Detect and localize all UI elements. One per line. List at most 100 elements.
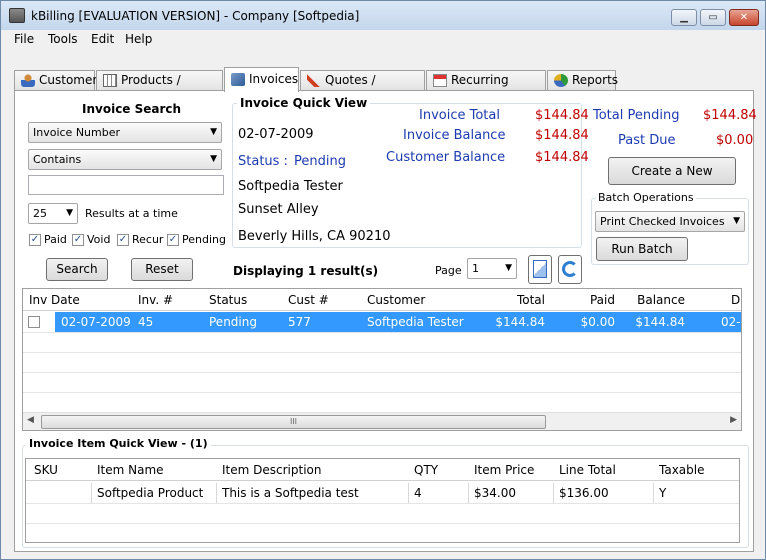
column-header-status[interactable]: Status	[203, 289, 283, 311]
column-header-item-price[interactable]: Item Price	[468, 459, 554, 481]
invoices-panel: Invoice Search Invoice Number ▼ Contains ▼…	[14, 90, 757, 552]
reset-button[interactable]: Reset	[131, 258, 193, 281]
tab-customers[interactable]: Customers	[14, 70, 104, 91]
menu-file[interactable]: File	[14, 32, 34, 46]
column-header-taxable[interactable]: Taxable	[653, 459, 739, 481]
refresh-button[interactable]	[558, 255, 582, 284]
check-all-button[interactable]	[528, 255, 552, 284]
filter-paid-checkbox[interactable]: ✓	[29, 234, 41, 246]
column-header-qty[interactable]: QTY	[408, 459, 469, 481]
row-divider	[23, 372, 741, 373]
cell-total: $144.84	[481, 312, 552, 332]
document-check-icon	[533, 260, 547, 278]
customer-balance-label: Customer Balance	[386, 150, 506, 165]
column-header-sku[interactable]: SKU	[26, 459, 92, 481]
cell-status: Pending	[203, 312, 283, 332]
invoice-balance-label: Invoice Balance	[403, 128, 506, 143]
menu-edit[interactable]: Edit	[91, 32, 114, 46]
column-header-balance[interactable]: Balance	[621, 289, 692, 311]
past-due-label: Past Due	[618, 133, 676, 148]
create-new-invoice-button[interactable]: Create a New Invoice	[608, 157, 736, 204]
chevron-down-icon: ▼	[505, 263, 512, 273]
quick-view-title: Invoice Quick View	[237, 96, 371, 110]
maximize-button[interactable]: ▭	[700, 9, 726, 26]
invoice-quick-view-group	[232, 103, 582, 248]
tab-products-services[interactable]: Products / Services	[96, 70, 223, 106]
cell-inv-number: 45	[132, 312, 204, 332]
tab-label: Customers	[39, 73, 104, 87]
item-quick-view-title: Invoice Item Quick View - (1)	[26, 437, 211, 450]
app-window: kBilling [EVALUATION VERSION] - Company …	[0, 0, 766, 560]
status-value: Pending	[294, 154, 346, 169]
page-label: Page	[435, 264, 462, 277]
cell-item-price: $34.00	[468, 483, 554, 503]
past-due-value: $0.00	[716, 133, 754, 148]
scroll-right-icon[interactable]: ▶	[730, 415, 737, 425]
invoice-icon	[231, 73, 245, 86]
cell-balance: $144.84	[621, 312, 692, 332]
column-header-inv-number[interactable]: Inv. #	[132, 289, 204, 311]
column-header-cust-number[interactable]: Cust #	[282, 289, 362, 311]
menu-help[interactable]: Help	[125, 32, 152, 46]
displaying-results-label: Displaying 1 result(s)	[233, 264, 379, 278]
horizontal-scrollbar[interactable]: ◀ III ▶	[23, 412, 741, 430]
people-icon	[21, 74, 35, 87]
customer-balance-value: $144.84	[535, 150, 589, 165]
page-select[interactable]: 1 ▼	[467, 258, 517, 279]
scrollbar-thumb[interactable]: III	[41, 415, 546, 429]
cell-item-description: This is a Softpedia test	[216, 483, 409, 503]
filter-recur-checkbox[interactable]: ✓	[117, 234, 129, 246]
cell-line-total: $136.00	[553, 483, 654, 503]
tab-quotes-proposals[interactable]: Quotes / Proposals	[300, 70, 425, 106]
results-per-page-select[interactable]: 25 ▼	[28, 203, 78, 224]
row-divider	[23, 352, 741, 353]
column-header-date[interactable]: D	[691, 289, 741, 311]
invoice-items-table[interactable]: SKU Item Name Item Description QTY Item …	[25, 458, 740, 543]
chevron-down-icon: ▼	[210, 127, 217, 137]
search-input[interactable]	[28, 175, 224, 195]
customer-address-line2: Beverly Hills, CA 90210	[238, 229, 391, 244]
batch-operations-title: Batch Operations	[596, 191, 696, 204]
column-header-line-total[interactable]: Line Total	[553, 459, 654, 481]
filter-recur-label: Recur	[132, 233, 164, 246]
filter-pending-checkbox[interactable]: ✓	[167, 234, 179, 246]
calendar-icon	[433, 74, 447, 87]
batch-operation-select[interactable]: Print Checked Invoices ▼	[595, 211, 745, 232]
column-header-item-description[interactable]: Item Description	[216, 459, 409, 481]
column-header-item-name[interactable]: Item Name	[91, 459, 217, 481]
column-header-total[interactable]: Total	[481, 289, 552, 311]
menu-bar: File Tools Edit Help	[1, 30, 765, 50]
tab-reports[interactable]: Reports	[547, 70, 619, 91]
cell-taxable: Y	[659, 486, 667, 500]
cell-item-name: Softpedia Product	[91, 483, 217, 503]
filter-void-checkbox[interactable]: ✓	[72, 234, 84, 246]
window-title: kBilling [EVALUATION VERSION] - Company …	[31, 9, 360, 23]
invoice-table[interactable]: Inv Date Inv. # Status Cust # Customer T…	[22, 288, 742, 431]
tab-label: Reports	[572, 73, 619, 87]
cell-sku	[26, 483, 92, 503]
scroll-left-icon[interactable]: ◀	[27, 415, 34, 425]
minimize-button[interactable]: ▁	[671, 9, 697, 26]
run-batch-button[interactable]: Run Batch	[596, 237, 688, 261]
tab-invoices[interactable]: Invoices	[224, 67, 299, 92]
search-mode-select[interactable]: Contains ▼	[28, 149, 222, 170]
table-row[interactable]: 02-07-2009 45 Pending 577 Softpedia Test…	[23, 312, 741, 332]
invoice-total-value: $144.84	[535, 108, 589, 123]
filter-void-label: Void	[87, 233, 111, 246]
cell-paid: $0.00	[551, 312, 622, 332]
pencil-icon	[307, 74, 321, 87]
filter-paid-label: Paid	[44, 233, 67, 246]
title-bar[interactable]: kBilling [EVALUATION VERSION] - Company …	[1, 1, 765, 30]
search-field-select[interactable]: Invoice Number ▼	[28, 122, 222, 143]
row-checkbox[interactable]	[28, 316, 40, 328]
table-row[interactable]: Softpedia Product This is a Softpedia te…	[26, 483, 739, 503]
cell-qty: 4	[408, 483, 469, 503]
column-header-customer[interactable]: Customer	[361, 289, 482, 311]
column-header-paid[interactable]: Paid	[551, 289, 622, 311]
cell-cust-number: 577	[282, 312, 362, 332]
column-header-inv-date[interactable]: Inv Date	[23, 289, 133, 311]
search-button[interactable]: Search	[46, 258, 108, 281]
close-button[interactable]: ✕	[729, 9, 759, 26]
tab-recurring-invoices[interactable]: Recurring Invoices	[426, 70, 546, 106]
menu-tools[interactable]: Tools	[48, 32, 78, 46]
